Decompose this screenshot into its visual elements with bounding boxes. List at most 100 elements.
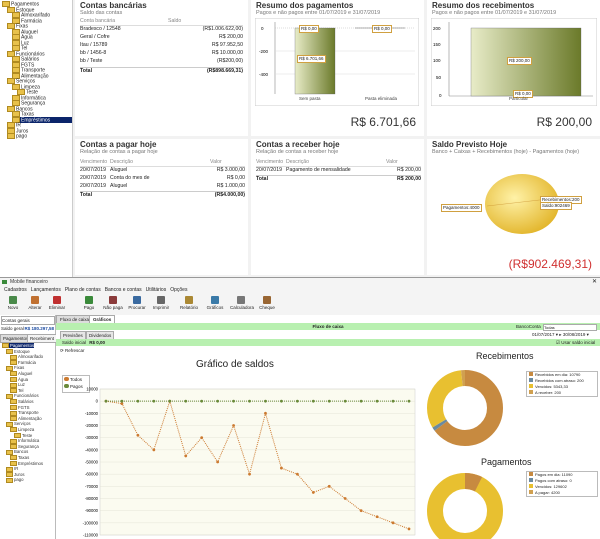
data-point[interactable] [200, 399, 204, 403]
data-point[interactable] [295, 472, 299, 476]
menu-item[interactable]: Plano de contas [65, 287, 101, 293]
data-point[interactable] [120, 399, 124, 403]
table-row[interactable]: bb / Teste (R$200,00) [80, 58, 243, 65]
data-point[interactable] [152, 448, 156, 452]
data-point[interactable] [359, 399, 363, 403]
tab-recebimentos[interactable]: Recebiment [27, 334, 58, 343]
tree-node[interactable]: Juros [6, 472, 25, 478]
tree-node[interactable]: FGTS [10, 405, 29, 410]
use-saldo-checkbox[interactable]: ☑ Usar saldo inicial [556, 339, 595, 346]
tree-node[interactable]: Empréstimos [10, 461, 43, 466]
table-row[interactable]: Bradesco / 12548 (R$1.006.622,00) [80, 26, 243, 33]
table-row[interactable]: 20/07/2019 Aluguel R$ 1.000,00 [80, 183, 245, 190]
data-point[interactable] [343, 497, 347, 500]
tree-node[interactable]: Água [10, 377, 28, 382]
data-point[interactable] [280, 466, 283, 470]
tree-node[interactable]: Funcionários [6, 393, 39, 399]
data-point[interactable] [280, 399, 283, 403]
account-select[interactable]: Contas gerais [1, 316, 55, 325]
table-row[interactable]: Geral / Cofre R$ 200,00 [80, 34, 243, 41]
chart-button[interactable]: Gráficos [204, 296, 226, 314]
data-point[interactable] [136, 433, 140, 437]
data-point[interactable] [375, 515, 379, 519]
data-point[interactable] [248, 399, 251, 403]
tree-node[interactable]: pago [7, 133, 27, 139]
date-to[interactable]: 30/08/2019 [563, 332, 586, 337]
refresh-button[interactable]: ⟳ Refrescar [60, 348, 85, 354]
data-point[interactable] [232, 399, 235, 403]
tree-node[interactable]: Segurança [10, 444, 39, 450]
data-point[interactable] [311, 491, 315, 494]
data-point[interactable] [216, 399, 220, 403]
calculator-button[interactable]: Calculadora [230, 296, 254, 314]
data-point[interactable] [391, 521, 395, 525]
data-point[interactable] [311, 399, 315, 403]
new-button[interactable]: Novo [2, 296, 24, 314]
table-row[interactable]: 20/07/2019 Pagamento de mensalidade R$ 2… [256, 167, 421, 174]
table-row[interactable]: Itau / 15789 R$ 97.952,50 [80, 42, 243, 49]
tree-node[interactable]: Pagamentos [2, 343, 35, 349]
table-row[interactable]: bb / 1456-8 R$ 10.000,00 [80, 50, 243, 57]
tree-node[interactable]: Farmácia [10, 360, 36, 366]
menu-item[interactable]: Opções [170, 287, 187, 293]
data-point[interactable] [120, 402, 124, 405]
tree-node[interactable]: Serviços [6, 421, 30, 427]
search-button[interactable]: Procurar [126, 296, 148, 314]
date-from[interactable]: 01/07/2017 [532, 332, 555, 337]
unpaid-button[interactable]: Não paga [102, 296, 124, 314]
check-button[interactable]: Cheque [256, 296, 278, 314]
tree-node[interactable]: Almoxarifado [10, 354, 43, 360]
tree-node[interactable]: Alimentação [10, 416, 42, 422]
tree-node[interactable]: Estoque [6, 349, 30, 354]
tree-node[interactable]: Luz [10, 382, 25, 388]
data-point[interactable] [216, 460, 220, 464]
date-range[interactable]: 01/07/2017 ▾ ▸ 30/08/2019 ▾ [532, 331, 589, 338]
tree-node[interactable]: Transporte [10, 410, 39, 416]
category-tree[interactable]: Pagamentos Estoque Almoxarifado Farmácia Fix… [0, 0, 73, 277]
data-point[interactable] [295, 399, 299, 403]
tree-node[interactable]: Bancos [6, 449, 28, 455]
data-point[interactable] [375, 399, 379, 403]
data-point[interactable] [407, 399, 411, 403]
tree-node[interactable]: Teste [14, 433, 32, 438]
data-point[interactable] [184, 454, 188, 458]
print-button[interactable]: Imprimir [150, 296, 172, 314]
table-row[interactable]: 20/07/2019 Conta do mes de R$ 0,00 [80, 175, 245, 182]
report-button[interactable]: Relatório [178, 296, 200, 314]
close-icon[interactable]: ✕ [592, 278, 597, 286]
data-point[interactable] [343, 399, 347, 403]
menu-item[interactable]: Lançamentos [31, 287, 61, 293]
data-point[interactable] [391, 399, 395, 403]
data-point[interactable] [168, 399, 172, 403]
data-point[interactable] [248, 472, 251, 476]
edit-button[interactable]: Alterar [24, 296, 46, 314]
tree-node[interactable]: Aluguel [10, 371, 32, 377]
tree-node[interactable]: Empréstimos [12, 116, 72, 123]
tree-node[interactable]: IR [6, 466, 18, 472]
data-point[interactable] [359, 509, 363, 513]
menu-item[interactable]: Utilitários [146, 287, 167, 293]
data-point[interactable] [104, 399, 108, 403]
delete-button[interactable]: Eliminar [46, 296, 68, 314]
tree-node[interactable]: Taxas [10, 455, 29, 461]
tree-node[interactable]: Informática [10, 438, 39, 444]
data-point[interactable] [264, 399, 267, 403]
banco-select[interactable]: Todas [543, 324, 597, 331]
tree-node[interactable]: Limpeza [10, 427, 34, 433]
data-point[interactable] [136, 399, 140, 403]
menu-item[interactable]: Bancos e contas [105, 287, 142, 293]
paid-button[interactable]: Pago [78, 296, 100, 314]
data-point[interactable] [327, 484, 331, 488]
tree-node[interactable]: pago [6, 477, 24, 483]
data-point[interactable] [264, 411, 267, 415]
data-point[interactable] [184, 399, 188, 403]
tree-node[interactable]: Tel [10, 388, 24, 394]
tree-node[interactable]: Salários [10, 399, 34, 405]
data-point[interactable] [232, 424, 235, 427]
tree-node[interactable]: Fixas [6, 365, 24, 371]
menu-item[interactable]: Cadastros [4, 287, 27, 293]
data-point[interactable] [327, 399, 331, 403]
table-row[interactable]: 20/07/2019 Aluguel R$ 3.000,00 [80, 167, 245, 174]
data-point[interactable] [407, 527, 411, 531]
data-point[interactable] [200, 436, 204, 440]
